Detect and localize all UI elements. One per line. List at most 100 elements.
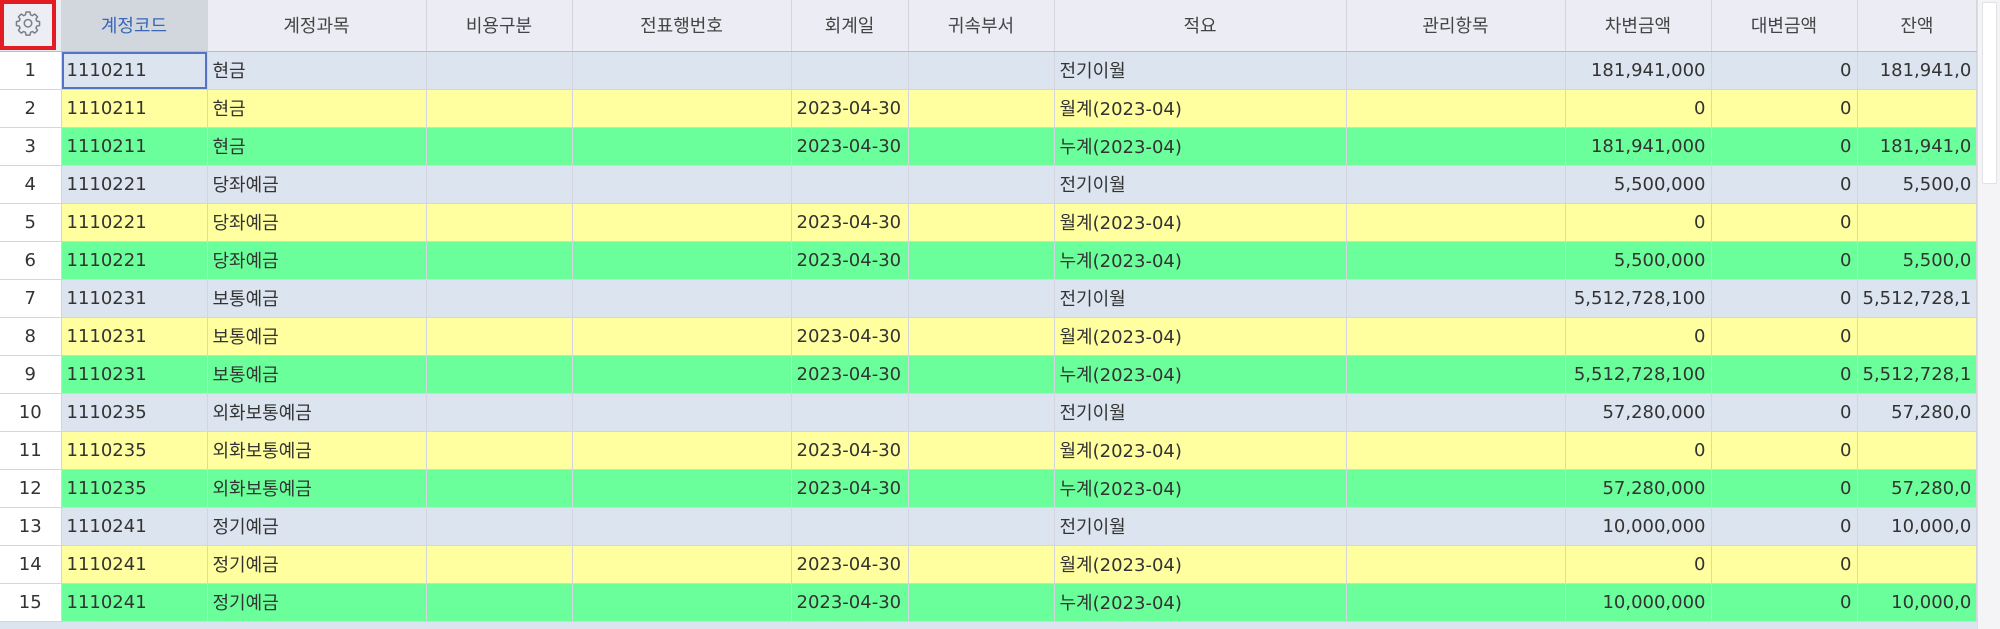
table-row[interactable]: 5 1110221 당좌예금 2023-04-30 월계(2023-04) 0 0: [0, 203, 1978, 242]
cell-account-name[interactable]: 현금: [207, 127, 427, 166]
cell-expense-type[interactable]: [426, 89, 573, 128]
column-header-accounting-date[interactable]: 회계일: [791, 0, 909, 52]
cell-management-item[interactable]: [1346, 393, 1566, 432]
cell-balance[interactable]: [1857, 317, 1978, 356]
column-header-summary[interactable]: 적요: [1054, 0, 1347, 52]
cell-credit[interactable]: 0: [1711, 203, 1858, 242]
cell-management-item[interactable]: [1346, 469, 1566, 508]
cell-department[interactable]: [908, 89, 1055, 128]
column-header-account-name[interactable]: 계정과목: [207, 0, 427, 52]
cell-expense-type[interactable]: [426, 317, 573, 356]
cell-balance[interactable]: [1857, 545, 1978, 584]
cell-accounting-date[interactable]: [791, 507, 909, 546]
cell-summary[interactable]: 전기이월: [1054, 507, 1347, 546]
cell-slip-line-no[interactable]: [572, 51, 792, 90]
cell-expense-type[interactable]: [426, 127, 573, 166]
cell-management-item[interactable]: [1346, 203, 1566, 242]
cell-account-code[interactable]: 1110235: [61, 431, 208, 470]
cell-balance[interactable]: 10,000,0: [1857, 583, 1978, 622]
column-header-credit[interactable]: 대변금액: [1711, 0, 1858, 52]
cell-slip-line-no[interactable]: [572, 355, 792, 394]
cell-debit[interactable]: 0: [1565, 89, 1712, 128]
cell-debit[interactable]: 0: [1565, 431, 1712, 470]
cell-management-item[interactable]: [1346, 89, 1566, 128]
cell-credit[interactable]: 0: [1711, 431, 1858, 470]
cell-department[interactable]: [908, 507, 1055, 546]
cell-summary[interactable]: 누계(2023-04): [1054, 127, 1347, 166]
cell-credit[interactable]: 0: [1711, 583, 1858, 622]
cell-balance[interactable]: [1857, 203, 1978, 242]
cell-department[interactable]: [908, 355, 1055, 394]
cell-expense-type[interactable]: [426, 507, 573, 546]
cell-accounting-date[interactable]: [791, 393, 909, 432]
cell-debit[interactable]: 10,000,000: [1565, 507, 1712, 546]
cell-slip-line-no[interactable]: [572, 89, 792, 128]
cell-department[interactable]: [908, 469, 1055, 508]
cell-accounting-date[interactable]: 2023-04-30: [791, 431, 909, 470]
cell-balance[interactable]: 181,941,0: [1857, 51, 1978, 90]
cell-account-name[interactable]: 당좌예금: [207, 241, 427, 280]
cell-department[interactable]: [908, 317, 1055, 356]
cell-summary[interactable]: 전기이월: [1054, 279, 1347, 318]
table-row[interactable]: 7 1110231 보통예금 전기이월 5,512,728,100 0 5,512,728,…: [0, 279, 1978, 318]
cell-expense-type[interactable]: [426, 165, 573, 204]
cell-slip-line-no[interactable]: [572, 317, 792, 356]
cell-slip-line-no[interactable]: [572, 583, 792, 622]
column-header-account-code[interactable]: 계정코드: [61, 0, 208, 52]
cell-management-item[interactable]: [1346, 165, 1566, 204]
cell-account-name[interactable]: 외화보통예금: [207, 393, 427, 432]
cell-account-code[interactable]: 1110241: [61, 545, 208, 584]
table-row[interactable]: 3 1110211 현금 2023-04-30 누계(2023-04) 181,941,0…: [0, 127, 1978, 166]
cell-summary[interactable]: 전기이월: [1054, 51, 1347, 90]
cell-management-item[interactable]: [1346, 583, 1566, 622]
cell-management-item[interactable]: [1346, 241, 1566, 280]
cell-account-name[interactable]: 보통예금: [207, 355, 427, 394]
cell-accounting-date[interactable]: 2023-04-30: [791, 545, 909, 584]
cell-department[interactable]: [908, 127, 1055, 166]
cell-summary[interactable]: 월계(2023-04): [1054, 431, 1347, 470]
cell-slip-line-no[interactable]: [572, 393, 792, 432]
cell-credit[interactable]: 0: [1711, 355, 1858, 394]
table-row[interactable]: 15 1110241 정기예금 2023-04-30 누계(2023-04) 10,000…: [0, 583, 1978, 622]
cell-account-name[interactable]: 현금: [207, 89, 427, 128]
cell-account-code[interactable]: 1110221: [61, 165, 208, 204]
cell-slip-line-no[interactable]: [572, 203, 792, 242]
scrollbar-thumb[interactable]: [1982, 2, 1997, 184]
cell-balance[interactable]: 5,512,728,1: [1857, 279, 1978, 318]
cell-department[interactable]: [908, 393, 1055, 432]
cell-department[interactable]: [908, 165, 1055, 204]
cell-balance[interactable]: 57,280,0: [1857, 469, 1978, 508]
cell-credit[interactable]: 0: [1711, 393, 1858, 432]
cell-account-code[interactable]: 1110221: [61, 241, 208, 280]
table-row[interactable]: 6 1110221 당좌예금 2023-04-30 누계(2023-04) 5,500,0…: [0, 241, 1978, 280]
cell-accounting-date[interactable]: [791, 279, 909, 318]
cell-credit[interactable]: 0: [1711, 507, 1858, 546]
cell-slip-line-no[interactable]: [572, 279, 792, 318]
cell-management-item[interactable]: [1346, 317, 1566, 356]
cell-account-code[interactable]: 1110231: [61, 317, 208, 356]
cell-department[interactable]: [908, 583, 1055, 622]
cell-balance[interactable]: 57,280,0: [1857, 393, 1978, 432]
column-header-expense-type[interactable]: 비용구분: [426, 0, 573, 52]
cell-expense-type[interactable]: [426, 545, 573, 584]
cell-expense-type[interactable]: [426, 51, 573, 90]
cell-debit[interactable]: 5,500,000: [1565, 241, 1712, 280]
vertical-scrollbar[interactable]: [1977, 0, 2000, 629]
cell-credit[interactable]: 0: [1711, 127, 1858, 166]
column-header-debit[interactable]: 차변금액: [1565, 0, 1712, 52]
table-row[interactable]: 11 1110235 외화보통예금 2023-04-30 월계(2023-04) 0 0: [0, 431, 1978, 470]
cell-summary[interactable]: 누계(2023-04): [1054, 355, 1347, 394]
cell-accounting-date[interactable]: 2023-04-30: [791, 317, 909, 356]
cell-account-name[interactable]: 당좌예금: [207, 203, 427, 242]
cell-management-item[interactable]: [1346, 279, 1566, 318]
cell-accounting-date[interactable]: 2023-04-30: [791, 355, 909, 394]
cell-expense-type[interactable]: [426, 279, 573, 318]
cell-expense-type[interactable]: [426, 469, 573, 508]
cell-account-code[interactable]: 1110211: [61, 89, 208, 128]
cell-account-name[interactable]: 정기예금: [207, 545, 427, 584]
cell-summary[interactable]: 누계(2023-04): [1054, 241, 1347, 280]
cell-balance[interactable]: 10,000,0: [1857, 507, 1978, 546]
cell-debit[interactable]: 181,941,000: [1565, 51, 1712, 90]
cell-department[interactable]: [908, 241, 1055, 280]
cell-management-item[interactable]: [1346, 355, 1566, 394]
